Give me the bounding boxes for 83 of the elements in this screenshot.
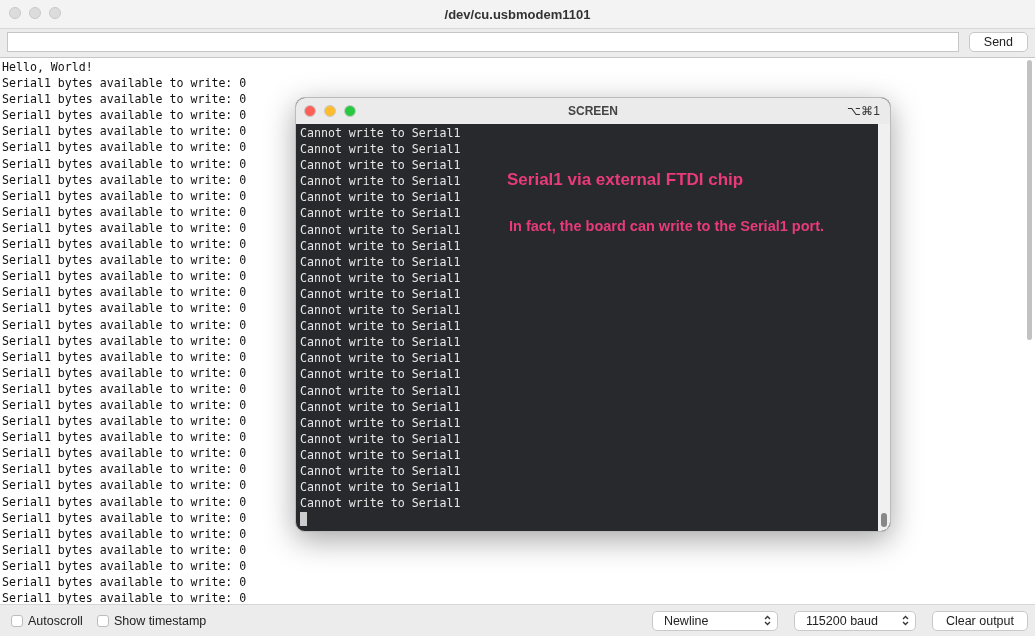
line-ending-dropdown[interactable]: Newline	[651, 610, 778, 631]
terminal-line: Cannot write to Serial1	[300, 495, 461, 512]
output-line: Serial1 bytes available to write: 0	[2, 316, 247, 333]
terminal-line: Cannot write to Serial1	[300, 318, 461, 335]
terminal-line: Cannot write to Serial1	[300, 221, 461, 238]
output-line: Serial1 bytes available to write: 0	[2, 413, 247, 430]
terminal-line: Cannot write to Serial1	[300, 366, 461, 383]
output-line: Serial1 bytes available to write: 0	[2, 574, 247, 591]
checkbox[interactable]	[96, 614, 109, 627]
terminal-line: Cannot write to Serial1	[300, 350, 461, 367]
send-button[interactable]: Send	[968, 32, 1028, 52]
chevron-updown-icon	[763, 615, 771, 626]
terminal-line: Cannot write to Serial1	[300, 334, 461, 351]
terminal-line: Cannot write to Serial1	[300, 189, 461, 206]
output-line: Serial1 bytes available to write: 0	[2, 187, 247, 204]
message-input-field[interactable]	[7, 32, 959, 52]
checkbox[interactable]	[11, 614, 23, 627]
output-line: Serial1 bytes available to write: 0	[2, 429, 247, 446]
chevron-updown-icon	[901, 615, 909, 626]
output-line: Serial1 bytes available to write: 0	[2, 171, 247, 188]
output-line: Serial1 bytes available to write: 0	[2, 236, 247, 253]
checkbox-label: Show timestamp	[113, 613, 207, 628]
output-line: Serial1 bytes available to write: 0	[2, 525, 247, 542]
terminal-line: Cannot write to Serial1	[300, 173, 461, 190]
output-line: Serial1 bytes available to write: 0	[2, 252, 247, 269]
output-line: Serial1 bytes available to write: 0	[2, 477, 247, 494]
output-line: Serial1 bytes available to write: 0	[2, 493, 247, 510]
terminal-line: Cannot write to Serial1	[300, 205, 461, 222]
output-line: Serial1 bytes available to write: 0	[2, 107, 247, 124]
terminal-line: Cannot write to Serial1	[300, 285, 461, 303]
output-line: Serial1 bytes available to write: 0	[2, 300, 247, 317]
terminal-title: SCREEN	[568, 104, 618, 118]
terminal-line: Cannot write to Serial1	[300, 414, 461, 431]
minimize-icon[interactable]	[324, 105, 336, 117]
output-line: Serial1 bytes available to write: 0	[2, 557, 247, 574]
shortcut-label: ⌥⌘1	[847, 104, 880, 118]
output-line: Serial1 bytes available to write: 0	[2, 348, 247, 365]
output-line: Serial1 bytes available to write: 0	[2, 590, 247, 604]
terminal-line: Cannot write to Serial1	[300, 237, 461, 254]
terminal-line: Cannot write to Serial1	[300, 430, 461, 447]
terminal-line: Cannot write to Serial1	[300, 253, 461, 270]
output-line: Serial1 bytes available to write: 0	[2, 396, 247, 414]
output-line: Serial1 bytes available to write: 0	[2, 219, 247, 237]
terminal-line: Cannot write to Serial1	[300, 382, 461, 399]
terminal-line: Cannot write to Serial1	[300, 302, 461, 319]
window-control-icon[interactable]	[9, 7, 21, 19]
scrollbar-thumb[interactable]	[881, 513, 887, 527]
terminal-line: Cannot write to Serial1	[300, 141, 461, 158]
output-line: Serial1 bytes available to write: 0	[2, 364, 247, 381]
annotation-text: Serial1 via external FTDI chip	[507, 170, 744, 190]
scrollbar-thumb[interactable]	[1027, 60, 1032, 340]
checkbox-label: Autoscroll	[28, 613, 83, 628]
zoom-icon[interactable]	[344, 105, 356, 117]
output-line: Hello, World!	[2, 59, 93, 76]
terminal-line: Cannot write to Serial1	[300, 446, 461, 463]
output-line: Serial1 bytes available to write: 0	[2, 461, 247, 478]
output-line: Serial1 bytes available to write: 0	[2, 332, 247, 349]
terminal-line: Cannot write to Serial1	[300, 125, 461, 142]
window-title: /dev/cu.usbmodem1101	[444, 6, 591, 22]
terminal-line: Cannot write to Serial1	[300, 462, 461, 480]
output-line: Serial1 bytes available to write: 0	[2, 203, 247, 220]
close-icon[interactable]	[304, 105, 316, 117]
output-line: Serial1 bytes available to write: 0	[2, 541, 247, 558]
output-line: Serial1 bytes available to write: 0	[2, 509, 247, 526]
window-control-icon[interactable]	[49, 7, 61, 19]
output-line: Serial1 bytes available to write: 0	[2, 445, 247, 462]
output-line: Serial1 bytes available to write: 0	[2, 284, 247, 301]
window-control-icon[interactable]	[29, 7, 41, 19]
output-line: Serial1 bytes available to write: 0	[2, 268, 247, 285]
annotation-text: In fact, the board can write to the Serial1 port.	[509, 218, 825, 234]
text-cursor	[300, 512, 307, 527]
terminal-line: Cannot write to Serial1	[300, 269, 461, 286]
terminal-line: Cannot write to Serial1	[300, 479, 461, 496]
baud-rate-dropdown[interactable]: 115200 baud	[793, 610, 916, 631]
output-line: Serial1 bytes available to write: 0	[2, 123, 247, 140]
output-line: Serial1 bytes available to write: 0	[2, 155, 247, 172]
output-line: Serial1 bytes available to write: 0	[2, 139, 247, 156]
clear-output-button[interactable]: Clear output	[931, 610, 1028, 631]
terminal-line: Cannot write to Serial1	[300, 398, 461, 415]
output-line: Serial1 bytes available to write: 0	[2, 75, 247, 92]
output-line: Serial1 bytes available to write: 0	[2, 380, 247, 397]
terminal-line: Cannot write to Serial1	[300, 157, 461, 174]
output-line: Serial1 bytes available to write: 0	[2, 91, 247, 108]
